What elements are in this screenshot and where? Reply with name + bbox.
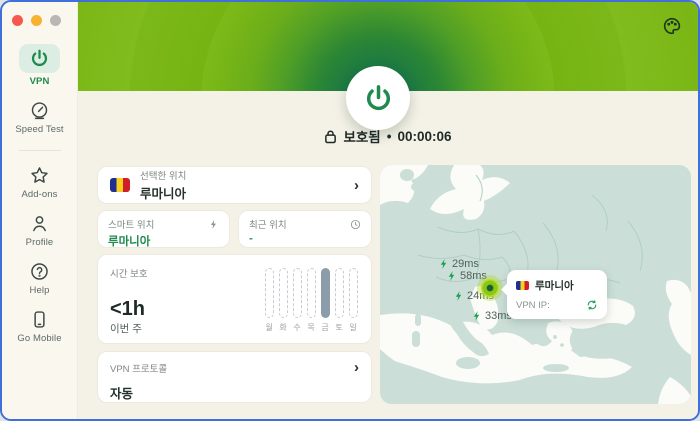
usage-bar: [320, 268, 330, 318]
vpn-ip-label: VPN IP:: [516, 299, 550, 311]
usage-bar-label: 화: [279, 323, 287, 332]
smart-location-value: 루마니아: [108, 236, 151, 248]
usage-bar: [306, 268, 316, 318]
usage-bar-col: 금: [320, 268, 330, 333]
sidebar: VPN Speed Test Add-ons Profile Help Go M…: [2, 2, 78, 419]
tooltip-country: 루마니아: [535, 280, 574, 292]
ping-value: 29ms: [452, 258, 479, 270]
smart-location-card[interactable]: 스마트 위치 루마니아: [97, 210, 230, 248]
sidebar-item-label: Add-ons: [21, 189, 58, 200]
bolt-icon: [448, 271, 455, 281]
usage-bar-label: 수: [293, 323, 301, 332]
time-protected-value: <1h: [110, 298, 146, 320]
person-icon: [29, 213, 50, 234]
time-protected-card: 시간 보호 <1h 이번 주 월화수목금토일: [97, 254, 372, 344]
usage-bar: [278, 268, 288, 318]
sidebar-item-profile[interactable]: Profile: [26, 213, 54, 248]
usage-bar-label: 금: [321, 323, 329, 332]
connected-location-tooltip: 루마니아 VPN IP:: [507, 270, 607, 319]
usage-bar-col: 월: [264, 268, 274, 333]
vpn-protocol-label: VPN 프로토콜: [110, 363, 168, 375]
ping-marker[interactable]: 33ms: [471, 310, 512, 322]
usage-bar-label: 목: [307, 323, 315, 332]
sidebar-item-help[interactable]: Help: [29, 261, 50, 296]
selected-location-card[interactable]: 선택한 위치 루마니아 ›: [97, 166, 372, 204]
ping-marker[interactable]: 58ms: [446, 270, 487, 282]
star-icon: [29, 165, 50, 186]
selected-location-value: 루마니아: [140, 187, 187, 201]
spark-icon: [210, 219, 217, 229]
app-window: VPN Speed Test Add-ons Profile Help Go M…: [0, 0, 700, 421]
sidebar-item-label: Go Mobile: [17, 333, 62, 344]
sidebar-item-go-mobile[interactable]: Go Mobile: [17, 309, 61, 344]
sidebar-item-vpn[interactable]: VPN: [19, 44, 60, 87]
lock-icon: [325, 129, 337, 143]
session-timer: 00:00:06: [397, 128, 452, 144]
bolt-icon: [455, 291, 462, 301]
usage-bar-label: 일: [349, 323, 357, 332]
bolt-icon: [473, 311, 480, 321]
time-protected-period: 이번 주: [110, 323, 142, 335]
usage-bar: [292, 268, 302, 318]
window-controls: [12, 15, 61, 26]
main-panel: 보호됨 • 00:00:06 선택한 위치 루마니아 › 스마트 위치 루마니아: [78, 2, 698, 419]
question-icon: [29, 261, 50, 282]
sidebar-item-label: Help: [29, 285, 50, 296]
romania-flag: [516, 281, 529, 290]
status-separator: •: [386, 128, 392, 144]
usage-bar-label: 월: [265, 323, 273, 332]
usage-bar-label: 토: [335, 323, 343, 332]
close-window-button[interactable]: [12, 15, 23, 26]
recent-location-card[interactable]: 최근 위치 -: [238, 210, 372, 248]
romania-flag: [110, 178, 130, 192]
connection-status: 보호됨 • 00:00:06: [78, 126, 698, 146]
usage-bar: [264, 268, 274, 318]
selected-location-label: 선택한 위치: [140, 171, 187, 182]
sidebar-divider: [18, 150, 61, 151]
sidebar-item-label: Speed Test: [15, 124, 64, 135]
recent-location-value: -: [249, 233, 253, 245]
usage-bar-col: 목: [306, 268, 316, 333]
disconnect-power-button[interactable]: [346, 66, 410, 130]
refresh-icon[interactable]: [586, 299, 598, 311]
connected-dot[interactable]: [481, 279, 499, 297]
bolt-icon: [440, 259, 447, 269]
minimize-window-button[interactable]: [31, 15, 42, 26]
usage-bar-col: 토: [334, 268, 344, 333]
sidebar-nav: VPN Speed Test Add-ons Profile Help Go M…: [2, 44, 77, 357]
smart-location-label: 스마트 위치: [108, 220, 155, 231]
time-protected-label: 시간 보호: [110, 269, 148, 280]
power-icon: [366, 84, 390, 110]
chevron-right-icon: ›: [354, 359, 359, 376]
vpn-protocol-value: 자동: [110, 387, 134, 401]
ping-value: 58ms: [460, 270, 487, 282]
usage-bar-col: 화: [278, 268, 288, 333]
clock-icon: [350, 219, 361, 229]
power-icon: [19, 44, 60, 73]
palette-icon: [663, 17, 681, 35]
speedometer-icon: [29, 100, 50, 121]
usage-bar: [334, 268, 344, 318]
recent-location-label: 최근 위치: [249, 220, 287, 231]
europe-map: 29ms 58ms 24ms 33ms 루마니아 VPN IP:: [380, 165, 691, 404]
chevron-right-icon: ›: [354, 176, 359, 194]
sidebar-item-label: Profile: [25, 237, 54, 248]
sidebar-item-add-ons[interactable]: Add-ons: [21, 165, 57, 200]
usage-bar-col: 일: [348, 268, 358, 333]
usage-bar: [348, 268, 358, 318]
ping-marker[interactable]: 29ms: [438, 258, 479, 270]
sidebar-item-speed-test[interactable]: Speed Test: [15, 100, 64, 135]
usage-bar-col: 수: [292, 268, 302, 333]
status-label: 보호됨: [343, 130, 381, 145]
sidebar-item-label: VPN: [29, 76, 50, 87]
weekly-usage-chart: 월화수목금토일: [264, 268, 358, 333]
vpn-protocol-card[interactable]: VPN 프로토콜 › 자동: [97, 351, 372, 403]
phone-icon: [29, 309, 50, 330]
zoom-window-button[interactable]: [50, 15, 61, 26]
theme-button[interactable]: [661, 15, 683, 37]
